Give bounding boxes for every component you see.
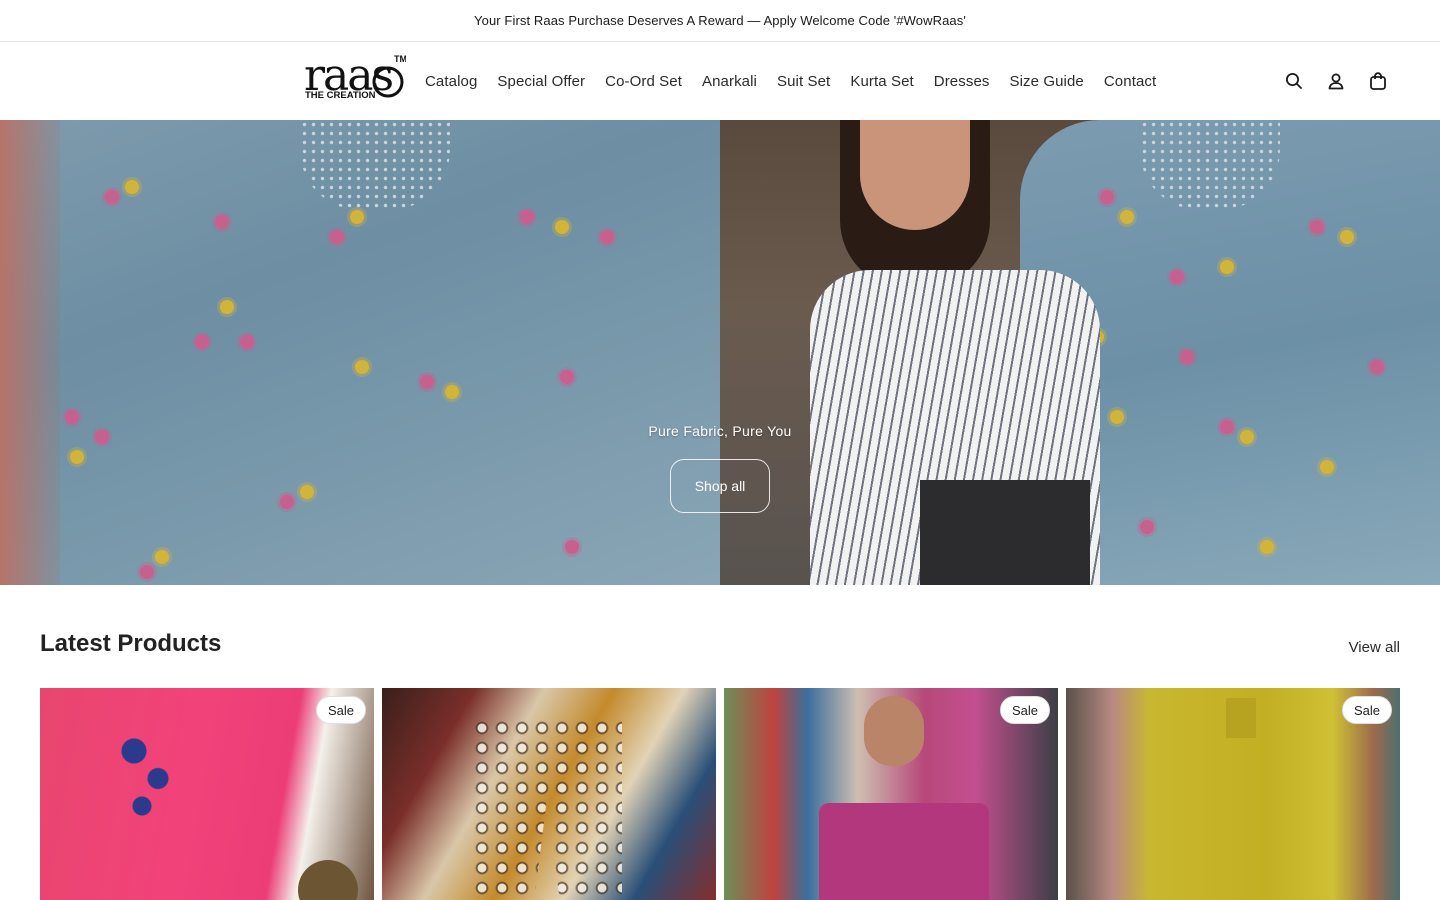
model-face — [864, 696, 924, 766]
mirror-work-yoke — [472, 718, 622, 900]
shop-all-button[interactable]: Shop all — [670, 459, 770, 513]
hero-content: Pure Fabric, Pure You Shop all — [0, 120, 1440, 585]
nav-size-guide[interactable]: Size Guide — [1010, 73, 1084, 90]
section-title: Latest Products — [40, 630, 222, 657]
kurta-neck — [1226, 698, 1256, 738]
nav-catalog[interactable]: Catalog — [425, 73, 477, 90]
sale-badge: Sale — [999, 696, 1050, 724]
product-card[interactable]: Sale — [724, 688, 1058, 900]
search-icon[interactable] — [1284, 71, 1304, 91]
brand-logo[interactable]: raas TM THE CREATION — [304, 50, 407, 110]
nav-dresses[interactable]: Dresses — [934, 73, 990, 90]
latest-products-section: Latest Products View all Sale Sale Sale — [0, 585, 1440, 900]
nav-special-offer[interactable]: Special Offer — [497, 73, 585, 90]
nav-kurta-set[interactable]: Kurta Set — [850, 73, 913, 90]
product-grid: Sale Sale Sale — [40, 688, 1400, 900]
hero-title: Pure Fabric, Pure You — [648, 423, 792, 439]
header-actions — [1284, 42, 1388, 120]
announcement-bar: Your First Raas Purchase Deserves A Rewa… — [0, 0, 1440, 42]
cart-icon[interactable] — [1368, 71, 1388, 91]
nav-co-ord-set[interactable]: Co-Ord Set — [605, 73, 682, 90]
sale-badge: Sale — [315, 696, 366, 724]
nav-anarkali[interactable]: Anarkali — [702, 73, 757, 90]
belt-buckle — [298, 860, 358, 900]
site-header: raas TM THE CREATION Catalog Special Off… — [0, 42, 1440, 120]
embroidery-motif — [110, 718, 190, 828]
magenta-kurta — [819, 803, 989, 900]
product-card[interactable] — [382, 688, 716, 900]
raas-logo-mark: raas TM THE CREATION — [304, 50, 407, 101]
svg-text:TM: TM — [394, 54, 406, 64]
nav-suit-set[interactable]: Suit Set — [777, 73, 830, 90]
main-nav: Catalog Special Offer Co-Ord Set Anarkal… — [425, 42, 1156, 120]
view-all-link[interactable]: View all — [1349, 639, 1400, 656]
product-card[interactable]: Sale — [1066, 688, 1400, 900]
announcement-text: Your First Raas Purchase Deserves A Rewa… — [474, 13, 966, 28]
sale-badge: Sale — [1341, 696, 1392, 724]
nav-contact[interactable]: Contact — [1104, 73, 1156, 90]
product-card[interactable]: Sale — [40, 688, 374, 900]
hero-banner: Pure Fabric, Pure You Shop all — [0, 120, 1440, 585]
svg-text:THE CREATION: THE CREATION — [305, 90, 376, 101]
account-icon[interactable] — [1326, 71, 1346, 91]
